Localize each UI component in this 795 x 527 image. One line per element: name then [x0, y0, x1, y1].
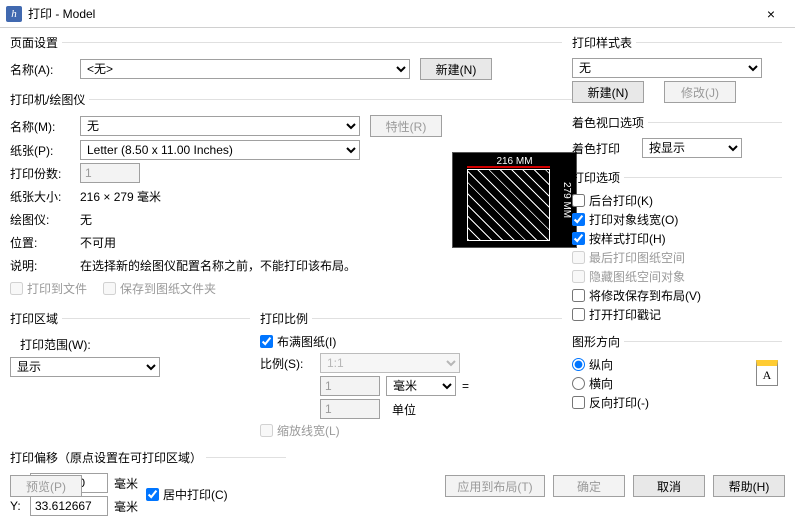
print-range-select[interactable]: 显示	[10, 357, 160, 377]
apply-to-layout-button[interactable]: 应用到布局(T)	[445, 475, 545, 497]
print-to-file-checkbox[interactable]: 打印到文件	[10, 280, 87, 297]
shade-viewport-legend: 着色视口选项	[572, 114, 648, 131]
ok-button[interactable]: 确定	[553, 475, 625, 497]
scale-unit-select[interactable]: 毫米	[386, 376, 456, 396]
printer-group: 打印机/绘图仪 名称(M): 无 特性(R) 纸张(P): Lette	[10, 91, 582, 306]
orientation-group: 图形方向 纵向 横向 反向打印(-) A	[572, 333, 782, 417]
scale-label: 比例(S):	[260, 355, 320, 372]
style-table-select[interactable]: 无	[572, 58, 762, 78]
plot-paperspace-last-checkbox[interactable]: 最后打印图纸空间	[572, 249, 782, 266]
paper-preview: 216 MM 279 MM	[452, 152, 577, 248]
scale-lineweights-checkbox[interactable]: 缩放线宽(L)	[260, 422, 562, 439]
bottom-button-bar: 预览(P) 应用到布局(T) 确定 取消 帮助(H)	[0, 471, 795, 501]
orientation-legend: 图形方向	[572, 333, 624, 350]
description-value: 在选择新的绘图仪配置名称之前，不能打印该布局。	[80, 257, 356, 274]
save-to-paper-folder-checkbox[interactable]: 保存到图纸文件夹	[103, 280, 216, 297]
print-scale-group: 打印比例 布满图纸(I) 比例(S): 1:1 毫米	[260, 310, 562, 445]
offset-y-label: Y:	[10, 499, 30, 513]
fit-to-paper-checkbox[interactable]: 布满图纸(I)	[260, 333, 562, 350]
landscape-radio[interactable]: 横向	[572, 375, 750, 392]
window-title: 打印 - Model	[28, 5, 95, 22]
printer-name-select[interactable]: 无	[80, 116, 360, 136]
scale-denominator-input[interactable]	[320, 399, 380, 419]
style-new-button[interactable]: 新建(N)	[572, 81, 644, 103]
shade-viewport-group: 着色视口选项 着色打印 按显示	[572, 114, 782, 165]
portrait-radio[interactable]: 纵向	[572, 356, 750, 373]
plot-with-styles-checkbox[interactable]: 按样式打印(H)	[572, 230, 782, 247]
preview-height-label: 279 MM	[561, 153, 572, 247]
plotter-value: 无	[80, 211, 92, 228]
page-setup-name-select[interactable]: <无>	[80, 59, 410, 79]
upside-down-checkbox[interactable]: 反向打印(-)	[572, 394, 750, 411]
location-label: 位置:	[10, 234, 80, 251]
open-plot-stamp-checkbox[interactable]: 打开打印戳记	[572, 306, 782, 323]
style-table-legend: 打印样式表	[572, 34, 636, 51]
orientation-icon: A	[756, 360, 778, 386]
print-offset-legend: 打印偏移（原点设置在可打印区域）	[10, 449, 206, 466]
app-icon: h	[6, 6, 22, 22]
location-value: 不可用	[80, 234, 116, 251]
close-button[interactable]: ×	[751, 4, 791, 24]
print-options-legend: 打印选项	[572, 169, 624, 186]
cancel-button[interactable]: 取消	[633, 475, 705, 497]
hide-paperspace-objects-checkbox[interactable]: 隐藏图纸空间对象	[572, 268, 782, 285]
copies-label: 打印份数:	[10, 165, 80, 182]
page-setup-name-label: 名称(A):	[10, 61, 80, 78]
paper-label: 纸张(P):	[10, 142, 80, 159]
shade-plot-label: 着色打印	[572, 140, 642, 157]
page-setup-new-button[interactable]: 新建(N)	[420, 58, 492, 80]
background-plot-checkbox[interactable]: 后台打印(K)	[572, 192, 782, 209]
paper-size-label: 纸张大小:	[10, 188, 80, 205]
description-label: 说明:	[10, 257, 80, 274]
save-changes-to-layout-checkbox[interactable]: 将修改保存到布局(V)	[572, 287, 782, 304]
print-options-group: 打印选项 后台打印(K) 打印对象线宽(O) 按样式打印(H) 最后打印图纸空间…	[572, 169, 782, 329]
page-setup-group: 页面设置 名称(A): <无> 新建(N)	[10, 34, 562, 87]
page-setup-legend: 页面设置	[10, 34, 62, 51]
shade-plot-select[interactable]: 按显示	[642, 138, 742, 158]
paper-select[interactable]: Letter (8.50 x 11.00 Inches)	[80, 140, 360, 160]
copies-input[interactable]	[80, 163, 140, 183]
print-range-label: 打印范围(W):	[20, 336, 91, 353]
printer-name-label: 名称(M):	[10, 118, 80, 135]
printer-properties-button[interactable]: 特性(R)	[370, 115, 442, 137]
scale-denominator-unit: 单位	[392, 401, 416, 418]
plot-lineweights-checkbox[interactable]: 打印对象线宽(O)	[572, 211, 782, 228]
scale-equals: =	[462, 379, 469, 393]
paper-size-value: 216 × 279 毫米	[80, 188, 161, 205]
plotter-label: 绘图仪:	[10, 211, 80, 228]
style-edit-button[interactable]: 修改(J)	[664, 81, 736, 103]
print-scale-legend: 打印比例	[260, 310, 312, 327]
print-area-legend: 打印区域	[10, 310, 62, 327]
print-area-group: 打印区域 打印范围(W): 显示	[10, 310, 250, 445]
help-button[interactable]: 帮助(H)	[713, 475, 785, 497]
scale-numerator-input[interactable]	[320, 376, 380, 396]
printer-legend: 打印机/绘图仪	[10, 91, 89, 108]
scale-select[interactable]: 1:1	[320, 353, 460, 373]
style-table-group: 打印样式表 无 新建(N) 修改(J)	[572, 34, 782, 110]
preview-button[interactable]: 预览(P)	[10, 475, 82, 497]
titlebar: h 打印 - Model ×	[0, 0, 795, 28]
